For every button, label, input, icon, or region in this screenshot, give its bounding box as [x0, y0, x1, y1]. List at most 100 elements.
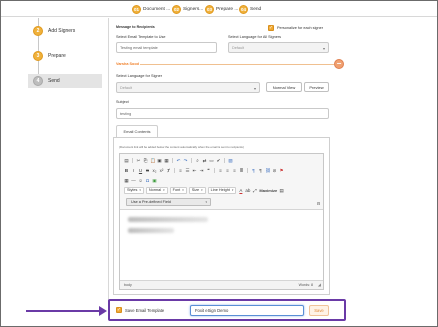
line-height-dropdown[interactable]: Line Height ▾	[207, 186, 237, 194]
anchor-icon[interactable]: ⚑	[279, 168, 284, 173]
step-prepare[interactable]: 03 Prepare ... ›	[205, 4, 242, 14]
step-label: Prepare ...	[216, 6, 239, 12]
resize-handle-icon[interactable]: ◢	[318, 282, 321, 287]
ltr-icon[interactable]: ¶	[251, 168, 256, 173]
indent-icon[interactable]: ⇥	[199, 168, 204, 173]
italic-icon[interactable]: I	[131, 168, 136, 173]
image-icon[interactable]: ▨	[228, 158, 233, 163]
save-template-checkbox[interactable]: ✓	[116, 307, 122, 313]
collapse-toolbar-icon[interactable]: ⊟	[316, 201, 321, 206]
personalize-checkbox[interactable]: ✓	[268, 25, 274, 31]
maximize-label[interactable]: Maximize	[259, 188, 277, 193]
align-left-icon[interactable]: ≡	[218, 168, 223, 173]
subscript-icon[interactable]: x₂	[152, 168, 157, 173]
rtl-icon[interactable]: ¶	[258, 168, 263, 173]
size-label: Size	[191, 188, 200, 192]
size-dropdown[interactable]: Size ▾	[188, 186, 206, 194]
paste-word-icon[interactable]: ▦	[164, 158, 169, 163]
step-number: 02	[172, 4, 181, 14]
predefined-field-label: Use a Pre-defined Field	[131, 200, 171, 204]
table-icon[interactable]: ▦	[124, 178, 129, 183]
format-dropdown[interactable]: Normal ▾	[145, 186, 168, 194]
word-count: Words: 8	[298, 283, 313, 287]
sidebar-item-prepare[interactable]: 3 Prepare	[28, 49, 102, 63]
language-signer-select[interactable]: Default ▾	[116, 82, 260, 93]
preview-button[interactable]: Preview	[304, 82, 329, 92]
normal-view-button[interactable]: Normal View	[266, 82, 302, 92]
email-template-input[interactable]: Testing email template	[116, 42, 217, 53]
step-label: Document ...	[143, 6, 171, 12]
align-right-icon[interactable]: ≡	[232, 168, 237, 173]
styles-dropdown[interactable]: Styles ▾	[124, 186, 144, 194]
smiley-icon[interactable]: ☺	[138, 178, 143, 183]
callout-arrow-icon	[99, 306, 107, 316]
template-label: Select Email Template to Use	[116, 35, 166, 39]
paste-icon[interactable]: 📋	[150, 158, 156, 163]
font-label: Font	[172, 188, 181, 192]
remove-format-icon[interactable]: Ⱦ	[166, 168, 171, 173]
toolbar-row-2: B I U S x₂ x² Ⱦ ≡ ☰ ⇤ ⇥ ❝ ≡ ≡ ≡ ≣ ¶ ¶ ⛓ …	[124, 166, 284, 174]
predefined-field-select[interactable]: Use a Pre-defined Field ▾	[126, 198, 211, 206]
step-document[interactable]: 01 Document ... ›	[132, 4, 174, 14]
show-blocks-icon[interactable]: ▤	[279, 188, 284, 193]
callout-arrow-line	[26, 310, 102, 312]
sidebar-item-send[interactable]: 4 Send	[28, 74, 102, 88]
rich-text-editor[interactable]: ▤ ✂ ⎘ 📋 ▣ ▦ ↶ ↷ ⌕ ⇄ ▭ ✔ ▨ B I U S x₂ x² …	[119, 153, 324, 290]
subject-input[interactable]: testing	[116, 108, 329, 119]
justify-icon[interactable]: ≣	[239, 168, 244, 173]
step-circle: 4	[33, 76, 43, 86]
iframe-icon[interactable]: ▣	[152, 178, 157, 183]
link-icon[interactable]: ⛓	[265, 168, 271, 173]
tab-email-contents[interactable]: Email Contents	[116, 125, 158, 137]
step-number: 04	[239, 4, 248, 14]
maximize-icon[interactable]: ⤢	[252, 188, 257, 193]
outdent-icon[interactable]: ⇤	[192, 168, 197, 173]
sidebar-item-label: Prepare	[48, 53, 66, 59]
spellcheck-icon[interactable]: ✔	[216, 158, 221, 163]
copy-icon[interactable]: ⎘	[143, 158, 148, 163]
redo-icon[interactable]: ↷	[183, 158, 188, 163]
numbered-list-icon[interactable]: ≡	[178, 168, 183, 173]
align-center-icon[interactable]: ≡	[225, 168, 230, 173]
bold-icon[interactable]: B	[124, 168, 129, 173]
bulleted-list-icon[interactable]: ☰	[185, 168, 190, 173]
unlink-icon[interactable]: ⊘	[272, 168, 277, 173]
chevron-down-icon: ▾	[182, 188, 184, 192]
horizontal-line-icon[interactable]: ―	[131, 178, 136, 183]
blockquote-icon[interactable]: ❝	[206, 168, 211, 173]
bg-color-icon[interactable]: ab	[245, 188, 250, 193]
cut-icon[interactable]: ✂	[136, 158, 141, 163]
chevron-down-icon: ▾	[205, 200, 207, 204]
language-all-value: Default	[232, 45, 245, 50]
source-icon[interactable]: ▤	[124, 158, 129, 163]
step-bar: 01 Document ... › 02 Signers... › 03 Pre…	[1, 1, 437, 17]
underline-icon[interactable]: U	[138, 168, 143, 173]
collapse-minus-icon[interactable]: −	[334, 59, 344, 69]
paste-text-icon[interactable]: ▣	[157, 158, 162, 163]
superscript-icon[interactable]: x²	[159, 168, 164, 173]
content-divider	[108, 18, 109, 308]
step-number: 03	[205, 4, 214, 14]
save-template-button[interactable]: Save	[309, 305, 329, 316]
chevron-down-icon: ▾	[253, 86, 256, 91]
styles-label: Styles	[127, 188, 138, 192]
undo-icon[interactable]: ↶	[176, 158, 181, 163]
sidebar-item-add-signers[interactable]: 2 Add Signers	[28, 24, 102, 38]
step-circle: 3	[33, 51, 43, 61]
step-send[interactable]: 04 Send	[239, 4, 261, 14]
language-all-select[interactable]: Default ▾	[228, 42, 329, 53]
strikethrough-icon[interactable]: S	[145, 168, 150, 173]
font-dropdown[interactable]: Font ▾	[169, 186, 187, 194]
text-color-icon[interactable]: A	[238, 188, 243, 193]
special-char-icon[interactable]: Ω	[145, 178, 150, 183]
step-label: Signers...	[183, 6, 204, 12]
chevron-down-icon: ▾	[201, 188, 203, 192]
toolbar-row-4: Styles ▾ Normal ▾ Font ▾ Size ▾ Line Height ▾…	[124, 186, 284, 194]
select-all-icon[interactable]: ▭	[209, 158, 214, 163]
signer-name: Varsha Sood	[116, 62, 139, 66]
find-icon[interactable]: ⌕	[195, 158, 200, 163]
template-name-input[interactable]: Foxit eSign Demo	[190, 305, 304, 316]
step-signers[interactable]: 02 Signers... ›	[172, 4, 207, 14]
step-number: 01	[132, 4, 141, 14]
replace-icon[interactable]: ⇄	[202, 158, 207, 163]
